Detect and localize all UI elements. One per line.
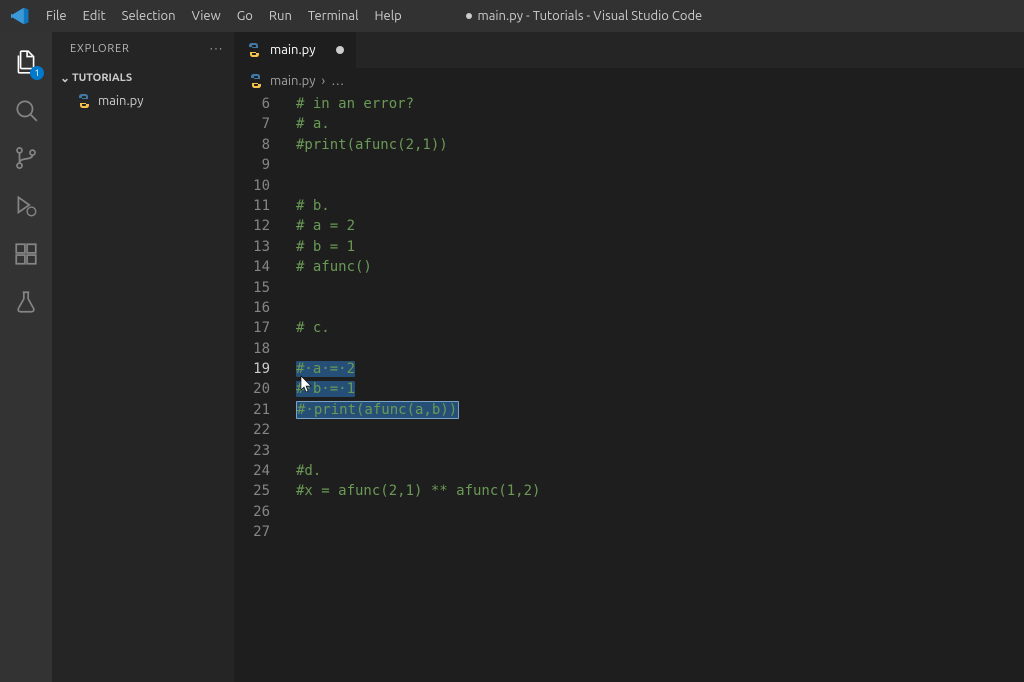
branch-icon xyxy=(13,145,39,171)
play-bug-icon xyxy=(13,193,39,219)
sidebar-title: EXPLORER xyxy=(70,43,130,55)
menu-help[interactable]: Help xyxy=(366,0,409,32)
breadcrumb-sep-icon: › xyxy=(322,74,326,88)
activity-testing[interactable] xyxy=(0,278,52,326)
python-file-icon xyxy=(246,42,262,58)
tab-bar: main.py xyxy=(234,32,1024,68)
menu-file[interactable]: File xyxy=(38,0,75,32)
beaker-icon xyxy=(13,289,39,315)
menu-terminal[interactable]: Terminal xyxy=(300,0,367,32)
vscode-logo-icon xyxy=(6,0,34,32)
menubar: File Edit Selection View Go Run Terminal… xyxy=(0,0,1024,32)
code-lines[interactable]: # in an error?# a.#print(afunc(2,1))# b.… xyxy=(296,94,1024,682)
tab-dirty-icon xyxy=(336,46,344,54)
sidebar-section-tutorials[interactable]: ⌄ TUTORIALS xyxy=(52,66,234,90)
menu-selection[interactable]: Selection xyxy=(114,0,184,32)
explorer-badge: 1 xyxy=(30,66,44,80)
file-tree: main.py xyxy=(52,90,234,112)
editor-area: main.py main.py › … 67891011121314151617… xyxy=(234,32,1024,682)
chevron-down-icon: ⌄ xyxy=(58,71,72,85)
search-icon xyxy=(13,97,39,123)
python-file-icon xyxy=(76,93,92,109)
section-label: TUTORIALS xyxy=(72,72,132,84)
activity-explorer[interactable]: 1 xyxy=(0,38,52,86)
extensions-icon xyxy=(13,241,39,267)
activitybar: 1 xyxy=(0,32,52,682)
menu-view[interactable]: View xyxy=(184,0,229,32)
breadcrumbs[interactable]: main.py › … xyxy=(234,68,1024,94)
python-file-icon xyxy=(248,73,264,89)
sidebar: EXPLORER ··· ⌄ TUTORIALS main.py xyxy=(52,32,234,682)
sidebar-title-row: EXPLORER ··· xyxy=(52,32,234,66)
code-editor[interactable]: 6789101112131415161718192021222324252627… xyxy=(234,94,1024,682)
activity-extensions[interactable] xyxy=(0,230,52,278)
tree-file-main[interactable]: main.py xyxy=(66,90,234,112)
breadcrumb-more: … xyxy=(331,74,344,88)
activity-run-debug[interactable] xyxy=(0,182,52,230)
tab-main-py[interactable]: main.py xyxy=(234,32,357,68)
activity-source-control[interactable] xyxy=(0,134,52,182)
breadcrumb-file: main.py xyxy=(270,74,316,88)
menu-edit[interactable]: Edit xyxy=(75,0,114,32)
activity-search[interactable] xyxy=(0,86,52,134)
sidebar-more-icon[interactable]: ··· xyxy=(210,43,224,55)
tab-label: main.py xyxy=(270,43,316,57)
menu-run[interactable]: Run xyxy=(261,0,300,32)
tree-file-label: main.py xyxy=(98,94,144,108)
line-number-gutter: 6789101112131415161718192021222324252627 xyxy=(234,94,296,682)
menu-go[interactable]: Go xyxy=(229,0,261,32)
dirty-indicator-icon xyxy=(466,13,472,19)
